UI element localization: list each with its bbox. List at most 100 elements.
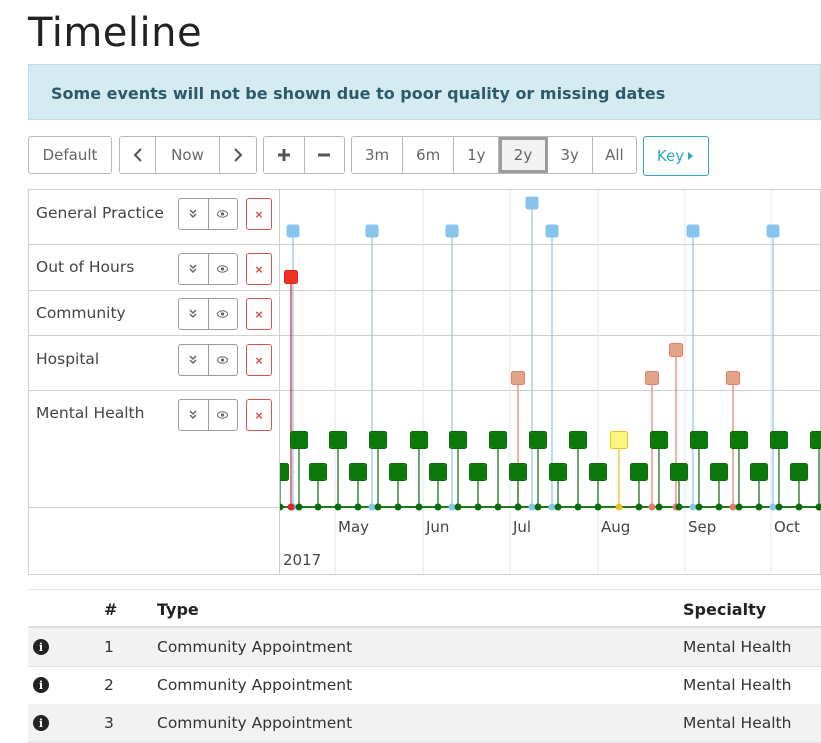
gp-event bbox=[287, 225, 299, 237]
out-of-hours-event bbox=[285, 271, 298, 284]
gp-event bbox=[767, 225, 779, 237]
mental-health-event-dot bbox=[395, 504, 402, 511]
range-1y-button[interactable]: 1y bbox=[454, 137, 499, 173]
page-title: Timeline bbox=[28, 10, 202, 56]
remove-row-button[interactable]: × bbox=[246, 253, 272, 285]
timeline-plot-area[interactable]: MayJunJulAugSepOct2017 bbox=[280, 190, 821, 574]
mental-health-event bbox=[470, 464, 487, 481]
zoom-out-button[interactable] bbox=[305, 137, 345, 173]
remove-row-button[interactable]: × bbox=[246, 298, 272, 330]
eye-icon bbox=[217, 265, 228, 273]
range-3m-button[interactable]: 3m bbox=[352, 137, 403, 173]
mental-health-event-dot bbox=[495, 504, 502, 511]
mental-health-event-dot bbox=[375, 504, 382, 511]
zoom-in-button[interactable] bbox=[264, 137, 305, 173]
row-specialty: Mental Health bbox=[683, 638, 791, 656]
column-header-specialty[interactable]: Specialty bbox=[683, 600, 766, 619]
mental-health-event-dot bbox=[776, 504, 783, 511]
row-specialty: Mental Health bbox=[683, 676, 791, 694]
mental-health-event-dot bbox=[355, 504, 362, 511]
plus-icon bbox=[277, 148, 291, 162]
info-icon[interactable]: i bbox=[33, 715, 49, 731]
remove-row-button[interactable]: × bbox=[246, 399, 272, 431]
range-2y-button[interactable]: 2y bbox=[499, 137, 547, 173]
default-view-button[interactable]: Default bbox=[28, 136, 112, 174]
mental-health-event-dot bbox=[296, 504, 303, 511]
collapse-button[interactable] bbox=[179, 299, 209, 329]
info-icon[interactable]: i bbox=[33, 677, 49, 693]
mental-health-event bbox=[771, 432, 788, 449]
row-number: 1 bbox=[104, 638, 114, 656]
row-number: 3 bbox=[104, 714, 114, 732]
hospital-event bbox=[670, 344, 683, 357]
mental-health-event-dot bbox=[515, 504, 522, 511]
mental-health-event bbox=[330, 432, 347, 449]
row-controls-general-practice bbox=[178, 198, 238, 230]
highlighted-event-dot bbox=[616, 504, 623, 511]
mental-health-event bbox=[651, 432, 668, 449]
highlighted-event bbox=[611, 432, 628, 449]
mental-health-event-dot bbox=[555, 504, 562, 511]
row-type: Community Appointment bbox=[157, 714, 352, 732]
mental-health-event bbox=[411, 432, 428, 449]
now-button[interactable]: Now bbox=[156, 137, 219, 173]
table-header: # Type Specialty bbox=[28, 589, 821, 628]
info-icon[interactable]: i bbox=[33, 639, 49, 655]
row-number: 2 bbox=[104, 676, 114, 694]
month-label: Sep bbox=[688, 518, 716, 536]
timeline-chart: General Practice Out of Hours Community … bbox=[28, 189, 821, 575]
month-label: Jul bbox=[512, 518, 531, 536]
mental-health-event-dot bbox=[280, 504, 284, 511]
range-group: 3m 6m 1y 2y 3y All bbox=[351, 136, 637, 174]
mental-health-event-dot bbox=[696, 504, 703, 511]
gp-event bbox=[687, 225, 699, 237]
gp-event-dot bbox=[549, 504, 556, 511]
range-6m-button[interactable]: 6m bbox=[403, 137, 454, 173]
key-label: Key bbox=[657, 147, 684, 165]
chevron-left-icon bbox=[133, 148, 143, 162]
month-label: Jun bbox=[425, 518, 449, 536]
remove-row-button[interactable]: × bbox=[246, 198, 272, 230]
collapse-button[interactable] bbox=[179, 345, 209, 375]
collapse-button[interactable] bbox=[179, 199, 209, 229]
view-button[interactable] bbox=[209, 254, 238, 284]
row-specialty: Mental Health bbox=[683, 714, 791, 732]
view-button[interactable] bbox=[209, 299, 238, 329]
view-button[interactable] bbox=[209, 345, 238, 375]
mental-health-event bbox=[370, 432, 387, 449]
mental-health-event bbox=[751, 464, 768, 481]
column-header-number[interactable]: # bbox=[104, 600, 117, 619]
gp-event-dot bbox=[529, 504, 536, 511]
mental-health-event-dot bbox=[535, 504, 542, 511]
mental-health-event-dot bbox=[716, 504, 723, 511]
next-button[interactable] bbox=[220, 137, 256, 173]
range-all-button[interactable]: All bbox=[593, 137, 636, 173]
minus-icon bbox=[317, 148, 331, 162]
view-button[interactable] bbox=[209, 400, 238, 430]
previous-button[interactable] bbox=[120, 137, 156, 173]
month-label: Aug bbox=[601, 518, 630, 536]
remove-row-button[interactable]: × bbox=[246, 344, 272, 376]
mental-health-event bbox=[631, 464, 648, 481]
range-3y-button[interactable]: 3y bbox=[548, 137, 593, 173]
table-row[interactable]: i 2 Community Appointment Mental Health bbox=[28, 666, 821, 705]
view-button[interactable] bbox=[209, 199, 238, 229]
row-label-hospital: Hospital bbox=[36, 350, 99, 368]
row-label-out-of-hours: Out of Hours bbox=[36, 258, 134, 276]
timeline-row-labels bbox=[29, 190, 280, 574]
chevrons-down-icon bbox=[188, 209, 198, 219]
collapse-button[interactable] bbox=[179, 400, 209, 430]
table-row[interactable]: i 3 Community Appointment Mental Health bbox=[28, 704, 821, 743]
row-label-mental-health: Mental Health bbox=[36, 404, 144, 422]
alert-text: Some events will not be shown due to poo… bbox=[51, 84, 665, 103]
mental-health-event-dot bbox=[676, 504, 683, 511]
table-row[interactable]: i 1 Community Appointment Mental Health bbox=[28, 628, 821, 667]
column-header-type[interactable]: Type bbox=[157, 600, 199, 619]
key-button[interactable]: Key bbox=[643, 136, 709, 176]
mental-health-event-dot bbox=[595, 504, 602, 511]
mental-health-event-dot bbox=[636, 504, 643, 511]
row-type: Community Appointment bbox=[157, 638, 352, 656]
row-label-general-practice: General Practice bbox=[36, 204, 164, 222]
row-controls-community bbox=[178, 298, 238, 330]
collapse-button[interactable] bbox=[179, 254, 209, 284]
